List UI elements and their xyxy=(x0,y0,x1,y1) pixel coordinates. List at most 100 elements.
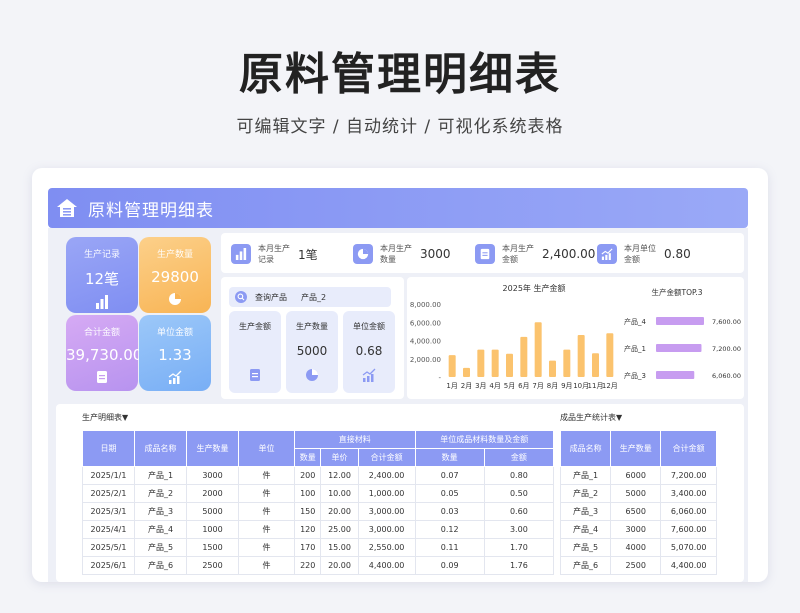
table-cell[interactable]: 200 xyxy=(293,466,322,485)
value-label: 6,060.00 xyxy=(712,372,741,380)
table-cell[interactable]: 0.05 xyxy=(414,484,485,503)
bar[interactable] xyxy=(606,333,614,377)
table-cell[interactable]: 3,000.00 xyxy=(357,520,416,539)
table-cell[interactable]: 6500 xyxy=(610,502,662,521)
table-cell[interactable]: 3,400.00 xyxy=(660,484,717,503)
table-cell[interactable]: 25.00 xyxy=(320,520,359,539)
table-cell[interactable]: 0.50 xyxy=(483,484,555,503)
table-cell[interactable]: 6000 xyxy=(610,466,662,485)
table-cell[interactable]: 0.12 xyxy=(414,520,485,539)
table-cell[interactable]: 10.00 xyxy=(320,484,359,503)
table-cell[interactable]: 1,000.00 xyxy=(357,484,416,503)
table-cell[interactable]: 1.70 xyxy=(483,538,555,557)
bar[interactable] xyxy=(656,371,695,379)
table-cell[interactable]: 产品_3 xyxy=(559,502,612,521)
table-cell[interactable]: 0.11 xyxy=(414,538,485,557)
table-cell[interactable]: 3.00 xyxy=(483,520,555,539)
bar[interactable] xyxy=(463,367,470,377)
table-cell[interactable]: 4000 xyxy=(610,538,662,557)
table-cell[interactable]: 2025/5/1 xyxy=(82,538,135,557)
detail-table-title[interactable]: 生产明细表▼ xyxy=(82,412,128,423)
bar[interactable] xyxy=(506,353,513,377)
card-value xyxy=(229,344,281,358)
table-cell[interactable]: 产品_6 xyxy=(559,556,612,575)
table-cell[interactable]: 3,000.00 xyxy=(357,502,416,521)
category-label: 产品_4 xyxy=(624,317,646,326)
pie-chart-icon xyxy=(353,244,373,264)
table-cell[interactable]: 2025/1/1 xyxy=(82,466,135,485)
bar[interactable] xyxy=(592,353,599,377)
table-cell[interactable]: 2025/6/1 xyxy=(82,556,135,575)
table-cell[interactable]: 20.00 xyxy=(320,502,359,521)
table-cell[interactable]: 220 xyxy=(293,556,322,575)
table-cell[interactable]: 2500 xyxy=(186,556,239,575)
table-cell[interactable]: 产品_3 xyxy=(134,502,187,521)
table-cell[interactable]: 产品_1 xyxy=(559,466,612,485)
table-cell[interactable]: 100 xyxy=(293,484,322,503)
table-cell[interactable]: 2025/2/1 xyxy=(82,484,135,503)
table-row: 产品_3 6500 6,060.00 xyxy=(559,502,717,521)
table-cell[interactable]: 件 xyxy=(238,538,295,557)
bar[interactable] xyxy=(549,360,556,377)
table-cell[interactable]: 7,600.00 xyxy=(660,520,717,539)
table-cell[interactable]: 1500 xyxy=(186,538,239,557)
table-cell[interactable]: 4,400.00 xyxy=(660,556,717,575)
table-cell[interactable]: 1000 xyxy=(186,520,239,539)
bar[interactable] xyxy=(534,322,542,377)
product-search[interactable]: 查询产品 产品_2 xyxy=(229,287,391,307)
table-cell[interactable]: 120 xyxy=(293,520,322,539)
table-cell[interactable]: 产品_1 xyxy=(134,466,187,485)
table-cell[interactable]: 件 xyxy=(238,520,295,539)
bar[interactable] xyxy=(577,335,585,377)
table-cell[interactable]: 产品_5 xyxy=(134,538,187,557)
table-cell[interactable]: 0.07 xyxy=(414,466,485,485)
table-cell[interactable]: 5,070.00 xyxy=(660,538,717,557)
table-cell[interactable]: 0.09 xyxy=(414,556,485,575)
table-cell[interactable]: 2000 xyxy=(186,484,239,503)
table-cell[interactable]: 产品_2 xyxy=(134,484,187,503)
table-cell[interactable]: 1.76 xyxy=(483,556,555,575)
table-cell[interactable]: 3000 xyxy=(186,466,239,485)
table-cell[interactable]: 产品_4 xyxy=(134,520,187,539)
table-cell[interactable]: 件 xyxy=(238,502,295,521)
table-cell[interactable]: 15.00 xyxy=(320,538,359,557)
bar[interactable] xyxy=(477,349,485,377)
table-cell[interactable]: 0.03 xyxy=(414,502,485,521)
y-tick-label: 4,000.00 xyxy=(410,338,441,346)
table-cell[interactable]: 0.60 xyxy=(483,502,555,521)
table-cell[interactable]: 4,400.00 xyxy=(357,556,416,575)
table-cell[interactable]: 2500 xyxy=(610,556,662,575)
table-cell[interactable]: 5000 xyxy=(610,484,662,503)
kpi-total-amount: 合计金额 39,730.00 xyxy=(66,315,142,391)
table-cell[interactable]: 件 xyxy=(238,466,295,485)
table-cell[interactable]: 3000 xyxy=(610,520,662,539)
table-cell[interactable]: 170 xyxy=(293,538,322,557)
table-cell[interactable]: 产品_5 xyxy=(559,538,612,557)
bar[interactable] xyxy=(656,317,704,325)
table-cell[interactable]: 6,060.00 xyxy=(660,502,717,521)
table-cell[interactable]: 2025/3/1 xyxy=(82,502,135,521)
table-cell[interactable]: 150 xyxy=(293,502,322,521)
table-cell[interactable]: 2,400.00 xyxy=(357,466,416,485)
table-cell[interactable]: 产品_4 xyxy=(559,520,612,539)
bar[interactable] xyxy=(491,349,499,377)
table-cell[interactable]: 12.00 xyxy=(320,466,359,485)
table-cell[interactable]: 产品_2 xyxy=(559,484,612,503)
table-cell[interactable]: 件 xyxy=(238,484,295,503)
x-tick-label: 5月 xyxy=(504,382,515,390)
selected-product[interactable]: 产品_2 xyxy=(301,292,326,303)
bar[interactable] xyxy=(448,355,456,377)
table-cell[interactable]: 5000 xyxy=(186,502,239,521)
table-cell[interactable]: 0.80 xyxy=(483,466,555,485)
summary-table-title[interactable]: 成品生产统计表▼ xyxy=(560,412,622,423)
bar[interactable] xyxy=(563,349,571,377)
table-cell[interactable]: 2025/4/1 xyxy=(82,520,135,539)
value-label: 7,600.00 xyxy=(712,318,741,326)
bar[interactable] xyxy=(656,344,702,352)
table-cell[interactable]: 件 xyxy=(238,556,295,575)
table-cell[interactable]: 20.00 xyxy=(320,556,359,575)
table-cell[interactable]: 2,550.00 xyxy=(357,538,416,557)
table-cell[interactable]: 产品_6 xyxy=(134,556,187,575)
bar[interactable] xyxy=(520,336,528,377)
table-cell[interactable]: 7,200.00 xyxy=(660,466,717,485)
